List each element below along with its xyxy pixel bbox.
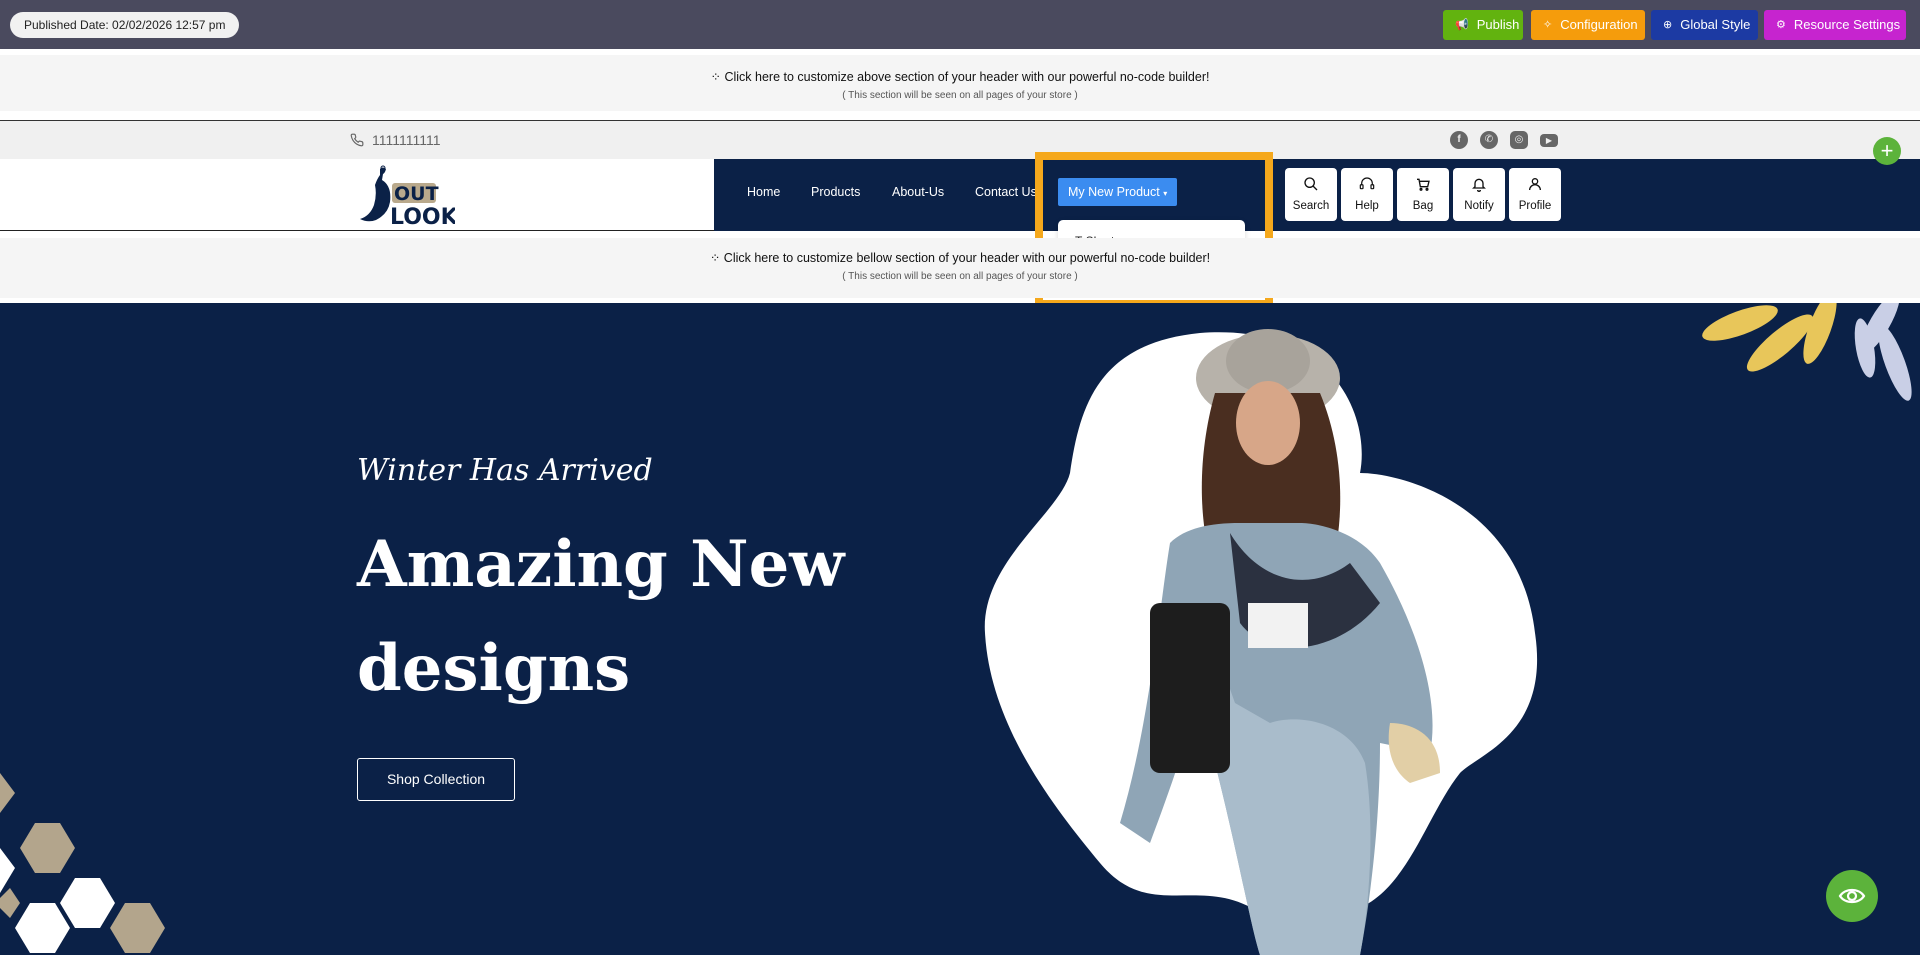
youtube-icon[interactable]: ▶ xyxy=(1540,134,1558,147)
whatsapp-icon[interactable]: ✆ xyxy=(1480,131,1498,149)
customize-above-note: ( This section will be seen on all pages… xyxy=(842,90,1078,101)
header-logo-area: OUT LOOK xyxy=(0,159,714,231)
help-label: Help xyxy=(1355,200,1379,212)
resource-settings-button[interactable]: ⚙ Resource Settings xyxy=(1764,10,1906,40)
configuration-label: Configuration xyxy=(1560,17,1638,32)
search-icon xyxy=(1304,177,1318,191)
bag-label: Bag xyxy=(1412,200,1434,212)
nav-products[interactable]: Products xyxy=(811,159,860,231)
bag-icon xyxy=(1417,178,1430,191)
published-date-badge: Published Date: 02/02/2026 12:57 pm xyxy=(10,12,240,38)
builder-toolbar: Published Date: 02/02/2026 12:57 pm 📢 Pu… xyxy=(0,0,1920,49)
eye-icon xyxy=(1838,888,1866,904)
nav-about-us[interactable]: About-Us xyxy=(892,159,944,231)
phone-number: 1111111111 xyxy=(372,132,441,148)
hexagon-decoration xyxy=(0,773,165,953)
customize-below-header[interactable]: ⁘ Click here to customize bellow section… xyxy=(0,238,1920,298)
search-label: Search xyxy=(1292,200,1330,212)
profile-button[interactable]: Profile xyxy=(1509,168,1561,221)
notify-button[interactable]: Notify xyxy=(1453,168,1505,221)
bell-icon xyxy=(1472,178,1486,192)
gear-icon: ⚙ xyxy=(1776,19,1786,31)
hero-headline-line2: designs xyxy=(357,631,631,706)
nav-home[interactable]: Home xyxy=(747,159,780,231)
instagram-icon[interactable]: ◎ xyxy=(1510,131,1528,149)
headset-icon xyxy=(1359,177,1375,190)
svg-text:OUT: OUT xyxy=(394,183,439,205)
megaphone-icon: 📢 xyxy=(1455,19,1469,31)
outlook-logo[interactable]: OUT LOOK xyxy=(350,165,455,227)
global-style-button[interactable]: ⊕ Global Style xyxy=(1651,10,1758,40)
svg-text:LOOK: LOOK xyxy=(390,205,455,227)
hero-headline: Amazing New designs xyxy=(357,513,957,721)
leaf-decoration xyxy=(1702,303,1837,372)
publish-button[interactable]: 📢 Publish xyxy=(1443,10,1523,40)
notify-label: Notify xyxy=(1464,200,1494,212)
nav-my-new-product-dropdown[interactable]: My New Product ▾ xyxy=(1058,178,1178,206)
configuration-button[interactable]: ✧ Configuration xyxy=(1531,10,1645,40)
help-button[interactable]: Help xyxy=(1341,168,1393,221)
facebook-icon[interactable]: f xyxy=(1450,131,1468,149)
bag-button[interactable]: Bag xyxy=(1397,168,1449,221)
add-section-button[interactable]: + xyxy=(1873,137,1901,165)
shop-collection-button[interactable]: Shop Collection xyxy=(357,758,515,801)
profile-icon xyxy=(1529,178,1541,191)
scrollbar[interactable] xyxy=(1910,0,1920,961)
preview-button[interactable] xyxy=(1826,870,1878,922)
globe-icon: ⊕ xyxy=(1663,19,1673,31)
phone-icon xyxy=(350,133,364,147)
customize-above-text: ⁘ Click here to customize above section … xyxy=(710,70,1210,84)
customize-below-note: ( This section will be seen on all pages… xyxy=(842,271,1078,282)
global-style-label: Global Style xyxy=(1680,17,1751,32)
profile-label: Profile xyxy=(1518,200,1552,212)
nav-contact-us[interactable]: Contact Us xyxy=(975,159,1037,231)
customize-above-header[interactable]: ⁘ Click here to customize above section … xyxy=(0,55,1920,111)
sparkle-icon: ✧ xyxy=(1543,19,1553,31)
hero-headline-line1: Amazing New xyxy=(357,527,845,602)
phone-contact[interactable]: 1111111111 xyxy=(350,132,441,148)
customize-below-text: ⁘ Click here to customize bellow section… xyxy=(709,251,1211,265)
dropdown-label: My New Product xyxy=(1068,185,1160,199)
caret-down-icon: ▾ xyxy=(1163,189,1168,198)
resource-settings-label: Resource Settings xyxy=(1793,17,1901,32)
publish-label: Publish xyxy=(1476,17,1520,32)
hero-decorations xyxy=(0,303,1912,955)
utility-bar: 1111111111 f ✆ ◎ ▶ xyxy=(0,121,1920,159)
social-links: f ✆ ◎ ▶ xyxy=(1450,131,1558,149)
hero-banner: Winter Has Arrived Amazing New designs S… xyxy=(0,303,1920,955)
search-button[interactable]: Search xyxy=(1285,168,1337,221)
hero-script-title: Winter Has Arrived xyxy=(357,453,653,488)
